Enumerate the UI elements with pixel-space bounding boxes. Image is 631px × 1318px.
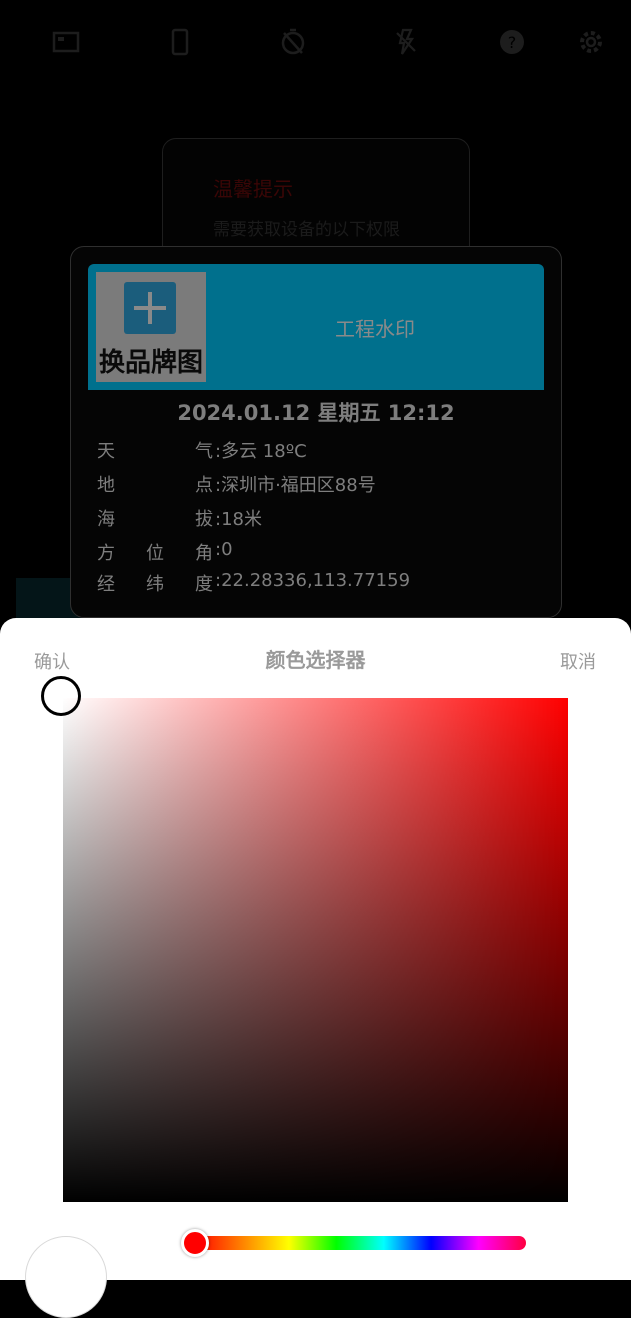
watermark-datetime: 2024.01.12 星期五 12:12	[177, 401, 455, 425]
permission-title: 温馨提示	[213, 177, 293, 201]
info-row-weather: 天气 :多云 18ºC	[97, 437, 537, 467]
info-label: 地点	[97, 475, 213, 496]
watermark-title: 工程水印	[335, 316, 415, 341]
selected-color-preview	[25, 1236, 107, 1318]
timer-off-icon[interactable]	[275, 24, 311, 60]
info-value: :0	[215, 539, 233, 560]
info-label: 经纬度	[97, 574, 213, 595]
change-brand-label: 换品牌图	[98, 348, 203, 378]
svg-text:?: ?	[508, 33, 517, 52]
camera-toolbar: ?	[0, 24, 631, 70]
change-brand-button[interactable]: 换品牌图	[96, 272, 206, 382]
info-row-location: 地点 :深圳市·福田区88号	[97, 471, 537, 501]
info-label: 方位角	[97, 543, 213, 564]
watermark-card[interactable]: 换品牌图 工程水印 2024.01.12 星期五 12:12 天气 :多云 18…	[70, 246, 562, 618]
info-label: 海拔	[97, 509, 213, 530]
settings-icon[interactable]	[573, 24, 609, 60]
info-label: 天气	[97, 441, 213, 462]
hue-slider-thumb[interactable]	[181, 1229, 209, 1257]
info-row-azimuth: 方位角 :0	[97, 539, 537, 569]
phone-icon[interactable]	[162, 24, 198, 60]
flash-off-icon[interactable]	[388, 24, 424, 60]
saturation-brightness-panel[interactable]	[41, 676, 568, 1202]
info-row-coordinates: 经纬度 :22.28336,113.77159	[97, 570, 537, 600]
aspect-ratio-icon[interactable]	[48, 24, 84, 60]
info-value: :22.28336,113.77159	[215, 570, 411, 591]
cancel-button[interactable]: 取消	[560, 648, 596, 674]
info-value: :深圳市·福田区88号	[215, 475, 376, 496]
info-row-altitude: 海拔 :18米	[97, 505, 537, 535]
hue-slider[interactable]	[194, 1236, 526, 1250]
help-icon[interactable]: ?	[494, 24, 530, 60]
permission-text: 需要获取设备的以下权限	[213, 220, 400, 240]
watermark-header: 换品牌图 工程水印	[88, 264, 544, 390]
plus-icon	[124, 282, 176, 334]
info-value: :18米	[215, 509, 262, 530]
info-value: :多云 18ºC	[215, 441, 307, 462]
color-selector-handle[interactable]	[41, 676, 81, 716]
color-picker-title: 颜色选择器	[265, 648, 366, 672]
color-picker-sheet: 确认 颜色选择器 取消	[0, 618, 631, 1318]
